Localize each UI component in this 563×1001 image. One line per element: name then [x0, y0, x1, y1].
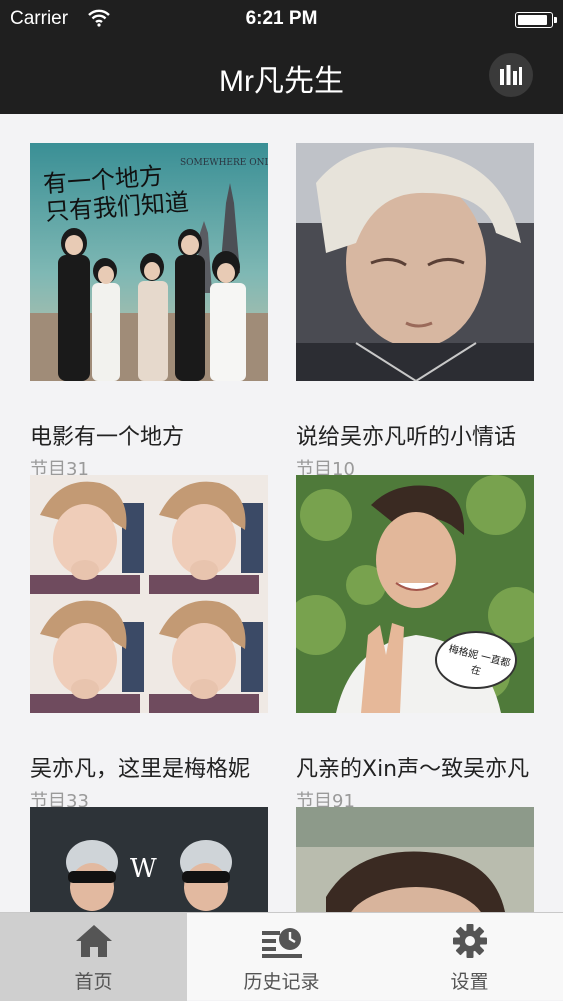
home-icon: [75, 925, 112, 957]
album-cover[interactable]: 梅格妮 一直都在: [296, 475, 534, 713]
equalizer-icon: [500, 65, 522, 85]
tab-label: 设置: [450, 971, 489, 993]
history-icon: [261, 928, 302, 958]
album-title: 电影有一个地方: [30, 425, 185, 450]
poster-title: 有一个地方 只有我们知道: [42, 161, 190, 227]
album-cover[interactable]: [296, 807, 534, 912]
album-grid[interactable]: SOMEWHERE ONLY WE KNOW 有一个地方 只有我们知道 电影有一…: [0, 114, 563, 912]
tab-home[interactable]: 首页: [0, 913, 187, 1001]
album-cover[interactable]: W: [30, 807, 268, 912]
tab-history[interactable]: 历史记录: [188, 913, 375, 1001]
status-bar: Carrier 6:21 PM: [0, 0, 563, 38]
tab-settings[interactable]: 设置: [376, 913, 563, 1001]
album-cover[interactable]: SOMEWHERE ONLY WE KNOW 有一个地方 只有我们知道: [30, 143, 268, 381]
gear-icon: [452, 924, 487, 958]
album-title: 吴亦凡，这里是梅格妮: [30, 757, 251, 782]
svg-text:SOMEWHERE ONLY WE KNOW: SOMEWHERE ONLY WE KNOW: [180, 158, 268, 168]
page-title: Mr凡先生: [219, 65, 344, 98]
tab-bar: 首页 历史记录 设置: [0, 912, 563, 1001]
now-playing-button[interactable]: [489, 53, 533, 97]
tab-label: 首页: [74, 971, 113, 993]
svg-text:W: W: [130, 854, 157, 884]
nav-bar: Mr凡先生: [0, 38, 563, 114]
album-cover[interactable]: [296, 143, 534, 381]
album-title: 凡亲的Xin声～致吴亦凡: [296, 757, 530, 782]
album-title: 说给吴亦凡听的小情话: [296, 425, 517, 450]
tab-label: 历史记录: [243, 971, 320, 993]
album-cover[interactable]: [30, 475, 268, 713]
clock: 6:21 PM: [245, 8, 318, 29]
battery-level: [518, 15, 547, 25]
battery-icon: [515, 12, 557, 28]
